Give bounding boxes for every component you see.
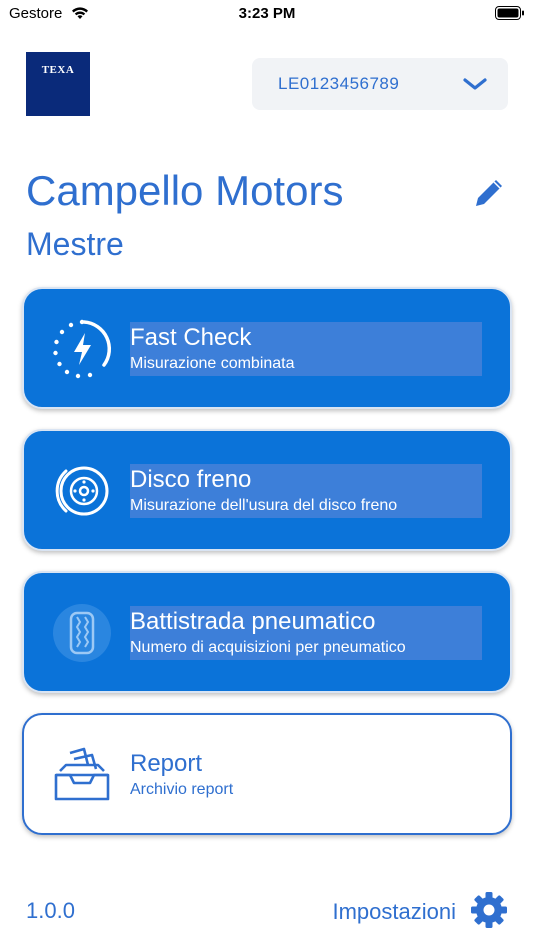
brake-disc-icon	[52, 461, 112, 521]
fast-check-card[interactable]: Fast Check Misurazione combinata	[22, 287, 512, 409]
tire-tread-card[interactable]: Battistrada pneumatico Numero di acquisi…	[22, 571, 512, 693]
fast-check-icon	[52, 319, 112, 379]
device-id-value: LE0123456789	[278, 74, 400, 93]
workshop-city: Mestre	[26, 226, 124, 262]
card-title: Battistrada pneumatico	[130, 608, 376, 635]
card-subtitle: Numero di acquisizioni per pneumatico	[130, 639, 406, 656]
settings-button[interactable]: Impostazioni	[332, 891, 508, 934]
card-subtitle: Misurazione combinata	[130, 355, 295, 372]
fast-check-text: Fast Check Misurazione combinata	[130, 322, 482, 376]
card-title: Report	[130, 750, 203, 777]
texa-logo: TEXA	[26, 52, 90, 116]
card-subtitle: Misurazione dell'usura del disco freno	[130, 497, 398, 514]
card-subtitle: Archivio report	[130, 781, 234, 798]
tire-tread-text: Battistrada pneumatico Numero di acquisi…	[130, 606, 482, 660]
battery-icon	[495, 6, 525, 25]
report-text: Report Archivio report	[130, 748, 482, 802]
app-version: 1.0.0	[26, 898, 75, 923]
clock-label: 3:23 PM	[238, 5, 296, 22]
archive-tray-icon	[52, 745, 112, 805]
brake-disc-text: Disco freno Misurazione dell'usura del d…	[130, 464, 482, 518]
tire-tread-icon	[52, 603, 112, 663]
chevron-down-icon	[462, 74, 488, 99]
card-title: Disco freno	[130, 466, 252, 493]
report-card[interactable]: Report Archivio report	[22, 713, 512, 835]
brake-disc-card[interactable]: Disco freno Misurazione dell'usura del d…	[22, 429, 512, 551]
workshop-name: Campello Motors	[26, 167, 344, 214]
card-title: Fast Check	[130, 324, 252, 351]
status-bar: Gestore 3:23 PM	[0, 0, 534, 28]
device-selector[interactable]: LE0123456789	[252, 58, 508, 110]
logo-text: TEXA	[41, 64, 75, 76]
pencil-icon[interactable]	[470, 174, 508, 217]
gear-icon	[470, 891, 508, 934]
settings-label: Impostazioni	[332, 899, 456, 924]
